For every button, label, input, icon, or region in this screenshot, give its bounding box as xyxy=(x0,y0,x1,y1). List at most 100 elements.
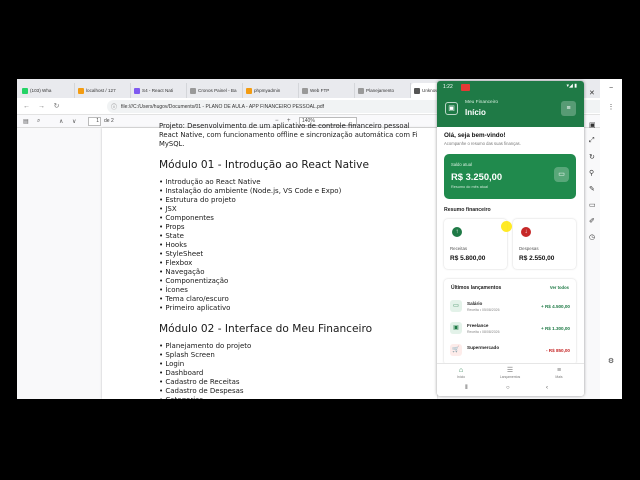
browser-tab[interactable]: Web FTP xyxy=(299,83,355,98)
tab-label: Web FTP xyxy=(310,88,330,93)
page-info-icon: ⓘ xyxy=(111,105,118,111)
balance-subtitle: Resumo do mês atual xyxy=(451,185,488,189)
list-item: • StyleSheet xyxy=(159,250,449,259)
module-01-heading: Módulo 01 - Introdução ao React Native xyxy=(159,159,369,171)
tab-favicon-icon xyxy=(134,87,140,94)
search-icon[interactable]: ⌕ xyxy=(37,118,40,125)
tab-lancamentos[interactable]: ☰ Lançamentos xyxy=(495,366,525,379)
list-item: • Flexbox xyxy=(159,259,449,268)
module-02-heading: Módulo 02 - Interface do Meu Financeiro xyxy=(159,323,373,335)
expense-card[interactable]: ↓ Despesas R$ 2.550,00 xyxy=(513,219,576,269)
list-item: • Cadastro de Receitas xyxy=(159,378,449,387)
list-item: • Instalação do ambiente (Node.js, VS Co… xyxy=(159,187,449,196)
recents-icon[interactable]: ⦀ xyxy=(465,385,468,392)
more-icon: ≡ xyxy=(556,367,562,374)
tab-mais[interactable]: ≡ Mais xyxy=(544,366,574,379)
mirror-side-toolbar: ✕ ▣ ⤢ ↻ ⚲ ✎ ▭ ✐ ◷ xyxy=(586,81,602,261)
list-item-text: Primeiro aplicativo xyxy=(165,304,231,312)
tab-favicon-icon xyxy=(302,87,308,94)
tab-favicon-icon xyxy=(414,87,420,94)
transaction-row[interactable]: ▣ Freelance Receita • 08/08/2026 + R$ 1.300… xyxy=(450,319,570,341)
fullscreen-icon[interactable]: ⤢ xyxy=(589,137,595,145)
pen-icon[interactable]: ✎ xyxy=(589,185,595,193)
browser-tab[interactable]: Cronos Painel - Ba xyxy=(187,83,243,98)
home-button-icon[interactable]: ○ xyxy=(506,385,510,391)
list-item-text: Componentização xyxy=(165,277,229,285)
balance-card[interactable]: Saldo atual R$ 3.250,00 Resumo do mês at… xyxy=(444,154,576,199)
list-item-text: Flexbox xyxy=(165,259,193,267)
browser-tab[interactable]: phpmyadmin xyxy=(243,83,299,98)
list-item-text: Componentes xyxy=(165,214,214,222)
minimize-icon[interactable]: − xyxy=(606,85,616,92)
list-item-text: Estrutura do projeto xyxy=(165,196,236,204)
list-item-text: Planejamento do projeto xyxy=(165,342,252,350)
see-all-link[interactable]: Ver todos xyxy=(550,285,569,290)
screen-title: Início xyxy=(465,108,486,117)
url-text: file:///C:/Users/hugov/Documents/01 - PL… xyxy=(121,103,325,110)
page-count: de 2 xyxy=(104,118,114,124)
app-logo-icon: ▣ xyxy=(445,102,458,115)
intro-line: MySQL. xyxy=(159,140,185,148)
back-button-icon[interactable]: ‹ xyxy=(546,385,548,391)
status-icons: ▾◢ ▮ xyxy=(566,83,578,89)
transaction-row[interactable]: 🛒 Supermercado - R$ 850,00 xyxy=(450,341,570,363)
list-item-text: Categorias xyxy=(165,396,203,399)
list-item: • Categorias xyxy=(159,396,449,399)
settings-icon[interactable]: ⚙ xyxy=(606,357,616,365)
income-value: R$ 5.800,00 xyxy=(450,255,486,262)
tab-label: S4 - React Nati xyxy=(142,88,174,93)
list-item-text: Tema claro/escuro xyxy=(165,295,229,303)
recording-icon xyxy=(461,84,470,91)
close-icon[interactable]: ✕ xyxy=(589,89,595,97)
mouse-cursor-highlight xyxy=(501,221,512,232)
timer-icon[interactable]: ◷ xyxy=(589,233,595,241)
menu-icon[interactable]: ≡ xyxy=(561,101,576,116)
list-item: • Introdução ao React Native xyxy=(159,178,449,187)
tab-inicio[interactable]: ⌂ Início xyxy=(446,366,476,379)
list-item-text: State xyxy=(165,232,184,240)
greeting: Olá, seja bem-vindo! xyxy=(444,132,506,139)
list-item: • Componentes xyxy=(159,214,449,223)
transaction-meta: Receita • 08/08/2026 xyxy=(467,330,500,334)
edit-icon[interactable]: ✐ xyxy=(589,217,595,225)
browser-tab[interactable]: S4 - React Nati xyxy=(131,83,187,98)
sidebar-toggle-icon[interactable]: ▤ xyxy=(23,118,29,125)
tab-label: Início xyxy=(456,375,466,379)
page-number-input[interactable]: 1 xyxy=(88,117,101,126)
forward-icon[interactable]: → xyxy=(37,103,46,110)
income-card[interactable]: ↑ Receitas R$ 5.800,00 xyxy=(444,219,507,269)
list-item-text: Navegação xyxy=(165,268,205,276)
extensions-icon[interactable]: ⋮ xyxy=(606,103,616,111)
page-up-icon[interactable]: ∧ xyxy=(59,118,63,125)
income-label: Receitas xyxy=(450,246,468,251)
intro-line: Projeto: Desenvolvimento de um aplicativ… xyxy=(159,122,410,130)
transaction-icon: ▣ xyxy=(450,322,462,334)
transaction-name: Freelance xyxy=(467,323,489,328)
back-icon[interactable]: ← xyxy=(22,103,31,110)
browser-tab[interactable]: Planejamento xyxy=(355,83,411,98)
list-item-text: Ícones xyxy=(165,286,188,294)
reload-icon[interactable]: ↻ xyxy=(52,102,61,110)
list-item: • Splash Screen xyxy=(159,351,449,360)
browser-tab[interactable]: localhost / 127 xyxy=(75,83,131,98)
module-02-list: • Planejamento do projeto • Splash Screen… xyxy=(159,342,449,399)
list-item: • State xyxy=(159,232,449,241)
list-item-text: StyleSheet xyxy=(165,250,204,258)
list-item: • Cadastro de Despesas xyxy=(159,387,449,396)
transaction-icon: 🛒 xyxy=(450,344,462,356)
browser-right-toolbar: − ⋮ ⚙ xyxy=(600,79,622,399)
list-item: • Planejamento do projeto xyxy=(159,342,449,351)
pdf-content: Projeto: Desenvolvimento de um aplicativ… xyxy=(159,122,449,399)
expense-value: R$ 2.550,00 xyxy=(519,255,555,262)
transaction-meta: Receita • 05/08/2026 xyxy=(467,308,500,312)
page-down-icon[interactable]: ∨ xyxy=(72,118,76,125)
screen-icon[interactable]: ▭ xyxy=(589,201,596,209)
pin-icon[interactable]: ⚲ xyxy=(589,169,594,177)
browser-tab[interactable]: (103) Wha xyxy=(19,83,75,98)
list-item: • Primeiro aplicativo xyxy=(159,304,449,313)
rotate-icon[interactable]: ↻ xyxy=(589,153,595,161)
tab-label: (103) Wha xyxy=(30,88,52,93)
list-item-text: JSX xyxy=(165,205,177,213)
screenshot-icon[interactable]: ▣ xyxy=(589,121,596,129)
transaction-row[interactable]: ▭ Salário Receita • 05/08/2026 + R$ 4.500,0… xyxy=(450,297,570,319)
